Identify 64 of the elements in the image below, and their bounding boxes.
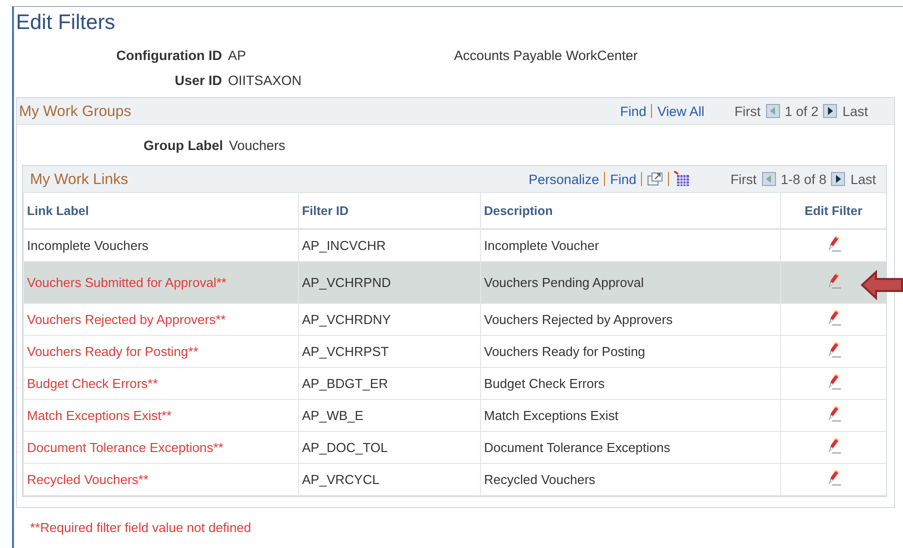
table-cell: AP_VCHRDNY [298, 303, 480, 335]
field-label: Configuration ID [115, 48, 222, 63]
table-cell: AP_INCVCHR [298, 229, 480, 261]
next-button[interactable] [823, 104, 838, 118]
column-header: Description [480, 193, 780, 229]
table-cell: AP_VRCYCL [298, 463, 480, 495]
table-row[interactable]: Budget Check Errors** AP_BDGT_ER Budget Check Errors [24, 367, 886, 399]
table-cell: Vouchers Rejected by Approvers [480, 303, 780, 335]
table-cell: Incomplete Voucher [480, 229, 780, 261]
panel-title: My Work Groups [19, 102, 132, 120]
table-cell: Recycled Vouchers [480, 463, 780, 495]
last-label: Last [850, 172, 876, 186]
field-label: Group Label [142, 138, 223, 152]
table-cell: AP_VCHRPST [298, 335, 480, 367]
link-label-cell[interactable]: Vouchers Submitted for Approval** [24, 261, 298, 303]
link-label-cell[interactable]: Incomplete Vouchers [24, 229, 298, 261]
link-label-cell[interactable]: Match Exceptions Exist** [24, 399, 298, 431]
table-cell: Vouchers Ready for Posting [480, 335, 780, 367]
grid-link[interactable]: Personalize [528, 172, 600, 186]
field-description: Accounts Payable WorkCenter [454, 48, 639, 63]
field-value: AP [228, 48, 248, 63]
footnote: **Required filter field value not defined [30, 520, 252, 534]
spreadsheet-icon[interactable] [674, 171, 690, 187]
field-value: Vouchers [229, 138, 286, 152]
first-label: First [730, 172, 757, 186]
link-label-cell[interactable]: Budget Check Errors** [24, 367, 298, 399]
right-triangle-icon[interactable] [834, 175, 842, 183]
column-header: Filter ID [298, 193, 480, 229]
link-label-cell[interactable]: Recycled Vouchers** [24, 463, 298, 495]
link-label-cell[interactable]: Vouchers Rejected by Approvers** [24, 303, 298, 335]
field-value: OIITSAXON [228, 73, 303, 88]
page-title: Edit Filters [16, 11, 116, 35]
table-row[interactable]: Recycled Vouchers** AP_VRCYCL Recycled Vouchers [24, 463, 886, 495]
link-label-cell[interactable]: Vouchers Ready for Posting** [24, 335, 298, 367]
table-row[interactable]: Vouchers Rejected by Approvers** AP_VCHRDNY Vouchers Rejected by Approvers [24, 303, 886, 335]
field-label: User ID [174, 73, 222, 88]
table-row[interactable]: Vouchers Ready for Posting** AP_VCHRPST Vouchers Ready for Posting [24, 335, 886, 367]
grid-title: My Work Links [29, 170, 130, 188]
table-row[interactable]: Match Exceptions Exist** AP_WB_E Match Exceptions Exist [24, 399, 886, 431]
table-row[interactable]: Incomplete Vouchers AP_INCVCHR Incomplete Voucher [24, 229, 886, 261]
column-header: Edit Filter [780, 193, 886, 229]
link-label-cell[interactable]: Document Tolerance Exceptions** [24, 431, 298, 463]
table-cell: AP_DOC_TOL [298, 431, 480, 463]
table-cell: AP_BDGT_ER [298, 367, 480, 399]
right-triangle-icon[interactable] [826, 107, 834, 115]
page-range: 1 of 2 [784, 104, 818, 118]
grid-link[interactable]: Find [610, 172, 636, 186]
table-cell: Budget Check Errors [480, 367, 780, 399]
column-header: Link Label [24, 193, 298, 229]
table-cell: Vouchers Pending Approval [480, 261, 780, 303]
grid-link[interactable]: Find [620, 104, 646, 118]
page-range: 1-8 of 8 [780, 172, 826, 186]
table-cell: Match Exceptions Exist [480, 399, 780, 431]
first-label: First [734, 104, 761, 118]
last-label: Last [842, 104, 868, 118]
table-row[interactable]: Document Tolerance Exceptions** AP_DOC_TOL Document Tolerance Exceptions [24, 431, 886, 463]
table-cell: AP_VCHRPND [298, 261, 480, 303]
arrow-icon [861, 270, 903, 300]
table-cell: AP_WB_E [298, 399, 480, 431]
table-row[interactable]: Vouchers Submitted for Approval** AP_VCHRPND Vouchers Pending Approval [24, 261, 886, 303]
table-cell: Document Tolerance Exceptions [480, 431, 780, 463]
new-window-icon[interactable] [647, 172, 664, 186]
next-button[interactable] [831, 172, 846, 186]
grid-link[interactable]: View All [657, 104, 704, 118]
